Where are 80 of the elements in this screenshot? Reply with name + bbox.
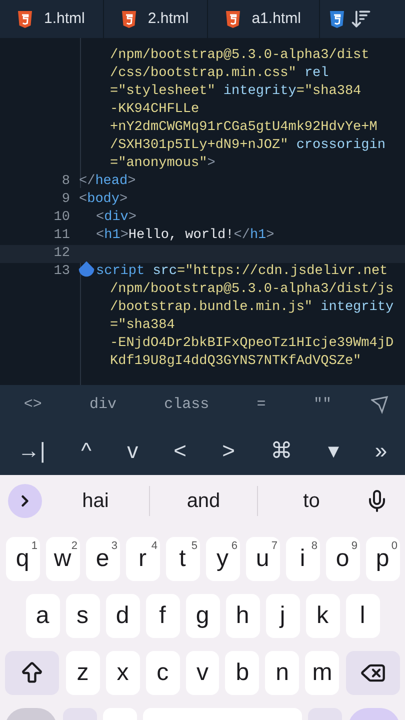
suggestion-chip[interactable]: hai bbox=[82, 486, 109, 516]
letter-key[interactable]: i 8 bbox=[286, 537, 320, 581]
code-line: /npm/bootstrap@5.3.0-alpha3/dist/js bbox=[110, 282, 394, 297]
suggestion-chip[interactable]: and bbox=[186, 486, 220, 516]
letter-key[interactable]: g bbox=[186, 594, 220, 638]
code-line: <body> bbox=[79, 192, 128, 207]
code-line: /npm/bootstrap@5.3.0-alpha3/dist bbox=[110, 48, 370, 63]
shield-icon bbox=[18, 10, 32, 28]
key-hint: 2 bbox=[71, 539, 78, 553]
letter-key[interactable]: t 5 bbox=[166, 537, 200, 581]
code-line: <h1>Hello, world!</h1> bbox=[96, 228, 274, 243]
letter-key[interactable]: v bbox=[186, 651, 220, 695]
code-line: +nY2dmCWGMq91rCGa5gtU4mk92HdvYe+M bbox=[110, 120, 378, 135]
file-tab[interactable]: a1.html bbox=[208, 0, 320, 38]
letter-key[interactable]: s bbox=[66, 594, 100, 638]
code-line: ="sha384 bbox=[110, 318, 175, 333]
code-line: /bootstrap.bundle.min.js" integrity bbox=[110, 300, 394, 315]
key-hint: 9 bbox=[351, 539, 358, 554]
cursor-arrow-icon[interactable] bbox=[371, 396, 390, 414]
code-line: script src="https://cdn.jsdelivr.net bbox=[96, 264, 388, 279]
navigation-key[interactable]: > bbox=[218, 434, 239, 466]
snippet-key[interactable]: div bbox=[81, 394, 124, 416]
code-line: -ENjdO4Dr2bkBIFxQpeoTz1HIcje39Wm4jD bbox=[110, 336, 394, 351]
letter-key[interactable]: h bbox=[226, 594, 260, 638]
key-hint: 3 bbox=[111, 539, 118, 554]
shield-icon bbox=[330, 10, 344, 28]
letter-key[interactable]: j bbox=[266, 594, 300, 638]
shield-icon bbox=[122, 10, 136, 28]
snippet-key[interactable]: <> bbox=[16, 394, 50, 416]
navigation-key[interactable]: v bbox=[123, 434, 142, 466]
letter-key[interactable]: n bbox=[265, 651, 300, 695]
letter-key[interactable]: k bbox=[306, 594, 340, 638]
file-tab[interactable]: 2.html bbox=[104, 0, 208, 38]
key-hint: 7 bbox=[271, 539, 278, 554]
line-number: 8 bbox=[62, 172, 70, 191]
key-hint: 8 bbox=[311, 539, 318, 554]
code-line: Kdf19U8gI4ddQ3GYNS7NTKfAdVQSZe" bbox=[110, 354, 362, 369]
navigation-key[interactable]: ⌘ bbox=[266, 434, 297, 466]
code-line: <div> bbox=[96, 210, 137, 225]
code-line: -KK94CHFLLe bbox=[110, 102, 200, 117]
snippet-key[interactable]: "" bbox=[305, 394, 340, 416]
letter-key[interactable]: x bbox=[106, 651, 140, 695]
shift-key[interactable] bbox=[4, 651, 59, 695]
key-hint: 1 bbox=[31, 539, 38, 554]
navigation-key[interactable]: ^ bbox=[77, 434, 96, 466]
suggestion-chip[interactable]: to bbox=[303, 486, 320, 516]
line-number: 12 bbox=[54, 244, 70, 263]
navigation-key[interactable]: » bbox=[370, 434, 392, 466]
navigation-key[interactable]: →| bbox=[14, 434, 50, 466]
letter-key[interactable]: c bbox=[146, 651, 180, 695]
line-number: 9 bbox=[62, 190, 70, 209]
navigation-key[interactable]: ▾ bbox=[324, 434, 344, 466]
file-tab[interactable]: 1.html bbox=[0, 0, 104, 38]
letter-key[interactable]: f bbox=[146, 594, 180, 638]
snippet-key[interactable]: = bbox=[248, 394, 274, 416]
code-line: /css/bootstrap.min.css" rel bbox=[110, 66, 329, 81]
letter-key[interactable]: m bbox=[305, 651, 340, 695]
snippet-key[interactable]: class bbox=[156, 394, 218, 416]
key-hint: 5 bbox=[191, 539, 198, 554]
letter-key[interactable]: b bbox=[225, 651, 260, 695]
code-line: /SXH301p5ILy+dN9+nJOZ" crossorigin bbox=[110, 138, 386, 153]
expand-button[interactable] bbox=[8, 484, 42, 518]
line-number: 13 bbox=[54, 262, 70, 281]
sort-icon[interactable] bbox=[350, 8, 372, 30]
code-line: ="anonymous"> bbox=[110, 156, 216, 171]
code-line: </head> bbox=[79, 174, 136, 189]
letter-key[interactable]: r 4 bbox=[126, 537, 160, 581]
key-hint: 6 bbox=[231, 539, 238, 554]
letter-key[interactable]: z bbox=[66, 651, 100, 695]
code-line: ="stylesheet" integrity="sha384 bbox=[110, 84, 362, 99]
line-number: 11 bbox=[54, 226, 70, 245]
letter-key[interactable]: a bbox=[26, 594, 60, 638]
letter-key[interactable]: l bbox=[346, 594, 380, 638]
key-hint: 4 bbox=[151, 539, 158, 554]
shield-icon bbox=[226, 10, 240, 28]
key-hint: 0 bbox=[391, 539, 398, 554]
backspace-key[interactable] bbox=[346, 651, 400, 695]
navigation-key[interactable]: < bbox=[170, 434, 191, 466]
letter-key[interactable]: d bbox=[106, 594, 140, 638]
line-number: 10 bbox=[54, 208, 70, 227]
